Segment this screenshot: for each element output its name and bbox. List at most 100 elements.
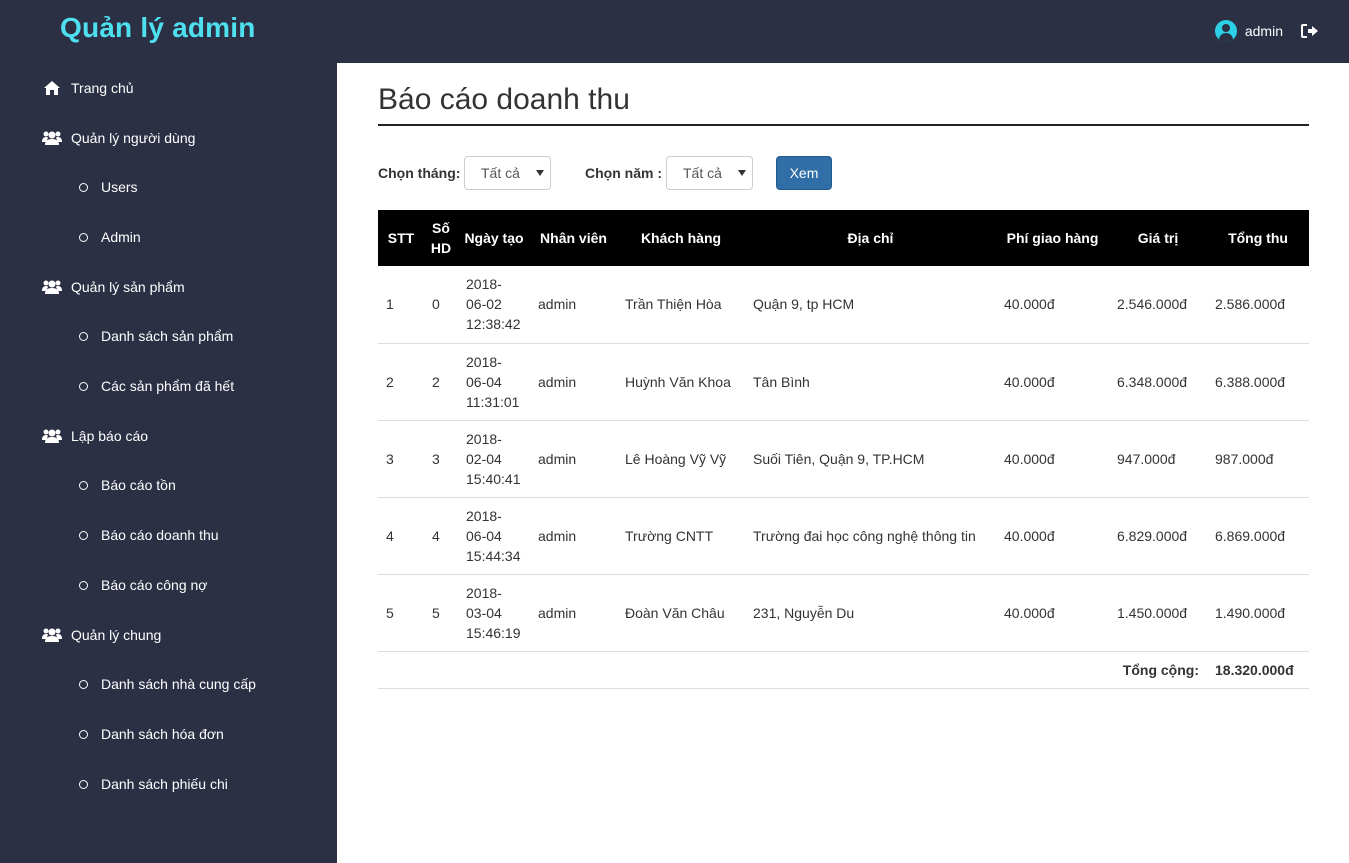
username-label[interactable]: admin [1245,23,1283,39]
title-divider [378,124,1309,126]
cell-staff: admin [530,266,617,344]
year-select-value: Tất cả [683,165,722,181]
circle-icon [79,182,88,192]
cell-shipping-fee: 40.000đ [996,497,1109,575]
sidebar-item-home[interactable]: Trang chủ [42,79,134,97]
cell-customer: Đoàn Văn Châu [617,574,745,652]
cell-invoice-no: 3 [424,420,458,498]
sidebar-item-users[interactable]: Users [79,179,138,195]
cell-total: 1.490.000đ [1207,574,1309,652]
cell-invoice-no: 0 [424,266,458,344]
table-row: 5 5 2018-03-04 15:46:19 admin Đoàn Văn C… [378,574,1309,652]
cell-customer: Huỳnh Văn Khoa [617,343,745,421]
chevron-down-icon [536,170,544,176]
cell-address: Suối Tiên, Quận 9, TP.HCM [745,420,996,498]
logout-icon[interactable] [1301,24,1319,38]
sidebar-item-label: Quản lý người dùng [71,130,196,146]
sidebar-item-invoices[interactable]: Danh sách hóa đơn [79,726,224,742]
cell-customer: Trần Thiện Hòa [617,266,745,344]
sidebar-item-out-of-stock[interactable]: Các sản phẩm đã hết [79,378,234,394]
cell-date: 2018-03-04 15:46:19 [458,574,530,652]
cell-shipping-fee: 40.000đ [996,343,1109,421]
column-header: Địa chỉ [745,210,996,266]
cell-stt: 3 [378,420,424,498]
sidebar-item-label: Quản lý sản phẩm [71,279,185,295]
column-header: Tổng thu [1207,210,1309,266]
circle-icon [79,679,88,689]
filter-bar: Chọn tháng: Tất cả Chọn năm : Tất cả Xem [378,156,1309,190]
column-header: Giá trị [1109,210,1207,266]
users-icon [42,427,62,445]
cell-value: 947.000đ [1109,420,1207,498]
cell-address: Quận 9, tp HCM [745,266,996,344]
column-header: Nhân viên [530,210,617,266]
circle-icon [79,480,88,490]
column-header: STT [378,210,424,266]
cell-date: 2018-02-04 15:40:41 [458,420,530,498]
cell-stt: 1 [378,266,424,344]
cell-total: 987.000đ [1207,420,1309,498]
cell-shipping-fee: 40.000đ [996,266,1109,344]
users-icon [42,278,62,296]
cell-value: 2.546.000đ [1109,266,1207,344]
year-select[interactable]: Tất cả [666,156,753,190]
cell-stt: 5 [378,574,424,652]
total-label: Tổng cộng: [378,651,1207,689]
users-icon [42,129,62,147]
sidebar-item-label: Trang chủ [71,80,134,96]
cell-date: 2018-06-04 15:44:34 [458,497,530,575]
sidebar-item-label: Báo cáo công nợ [101,577,208,593]
cell-invoice-no: 4 [424,497,458,575]
main-content: Báo cáo doanh thu Chọn tháng: Tất cả Chọ… [337,63,1349,863]
sidebar-item-product-list[interactable]: Danh sách sản phẩm [79,328,233,344]
cell-value: 6.348.000đ [1109,343,1207,421]
sidebar-item-label: Các sản phẩm đã hết [101,378,235,394]
cell-customer: Lê Hoàng Vỹ Vỹ [617,420,745,498]
sidebar-item-payment-vouchers[interactable]: Danh sách phiếu chi [79,776,228,792]
year-label: Chọn năm : [585,165,662,181]
cell-value: 6.829.000đ [1109,497,1207,575]
cell-total: 6.388.000đ [1207,343,1309,421]
sidebar-item-label: Danh sách nhà cung cấp [101,676,256,692]
cell-staff: admin [530,343,617,421]
chevron-down-icon [738,170,746,176]
revenue-table: STT Số HD Ngày tạo Nhân viên Khách hàng … [378,210,1309,689]
sidebar-item-label: Danh sách phiếu chi [101,776,228,792]
user-area: admin [1214,20,1319,42]
cell-address: Tân Bình [745,343,996,421]
month-select[interactable]: Tất cả [464,156,551,190]
cell-staff: admin [530,574,617,652]
view-button[interactable]: Xem [776,156,832,190]
circle-icon [79,331,88,341]
cell-address: 231, Nguyễn Du [745,574,996,652]
sidebar-item-label: Admin [101,229,141,245]
sidebar-item-revenue-report[interactable]: Báo cáo doanh thu [79,527,219,543]
sidebar-item-inventory-report[interactable]: Báo cáo tồn [79,477,176,493]
cell-invoice-no: 2 [424,343,458,421]
sidebar-item-admin[interactable]: Admin [79,229,141,245]
circle-icon [79,779,88,789]
brand-title[interactable]: Quản lý admin [60,12,256,44]
sidebar-item-label: Danh sách hóa đơn [101,726,224,742]
circle-icon [79,381,88,391]
top-bar: Quản lý admin admin [0,0,1349,63]
table-row: 1 0 2018-06-02 12:38:42 admin Trần Thiện… [378,266,1309,344]
cell-shipping-fee: 40.000đ [996,420,1109,498]
month-label: Chọn tháng: [378,165,461,181]
user-circle-icon [1214,20,1237,42]
total-row: Tổng cộng: 18.320.000đ [378,651,1309,689]
column-header: Ngày tạo [458,210,530,266]
sidebar-item-suppliers[interactable]: Danh sách nhà cung cấp [79,676,256,692]
users-icon [42,626,62,644]
month-select-value: Tất cả [481,165,520,181]
sidebar-item-label: Lập báo cáo [71,428,149,444]
cell-stt: 4 [378,497,424,575]
cell-customer: Trường CNTT [617,497,745,575]
sidebar-item-users-group[interactable]: Quản lý người dùng [42,129,195,147]
sidebar-item-general-group[interactable]: Quản lý chung [42,626,161,644]
sidebar-item-debt-report[interactable]: Báo cáo công nợ [79,577,207,593]
circle-icon [79,530,88,540]
sidebar-item-reports-group[interactable]: Lập báo cáo [42,427,148,445]
sidebar-item-products-group[interactable]: Quản lý sản phẩm [42,278,185,296]
home-icon [42,79,62,97]
